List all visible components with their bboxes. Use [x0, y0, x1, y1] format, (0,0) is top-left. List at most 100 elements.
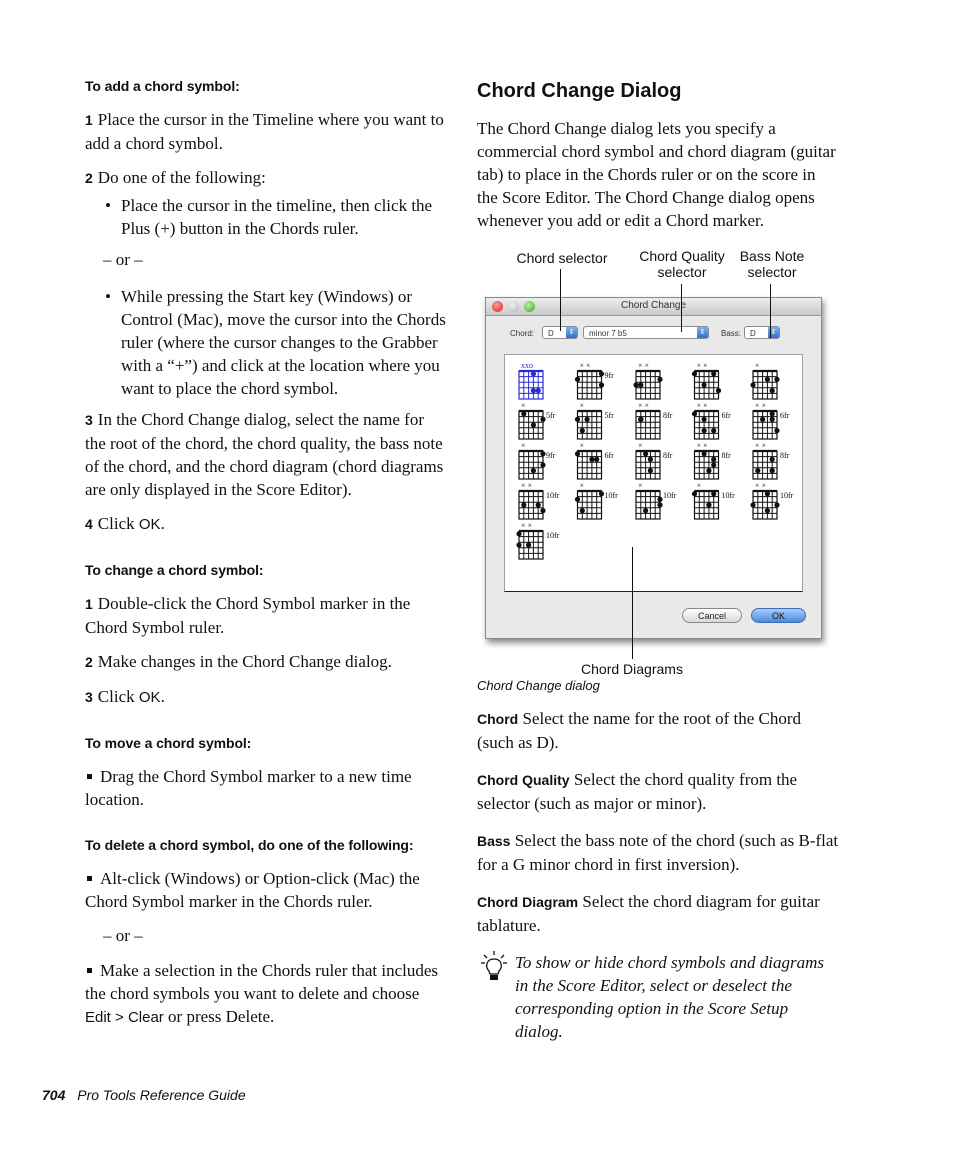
step-text: Do one of the following: — [97, 168, 266, 187]
finger-dot — [764, 491, 770, 497]
def-chord-diagram: Chord Diagram Select the chord diagram f… — [477, 892, 820, 935]
finger-dot — [774, 428, 780, 434]
def-bass: Bass Select the bass note of the chord (… — [477, 831, 839, 874]
muted-string-marker: × — [580, 441, 585, 450]
finger-dot — [540, 462, 546, 468]
bass-value: D — [750, 329, 756, 338]
chord-diagram[interactable]: × 10fr — [574, 481, 618, 520]
step-text: Place the cursor in the Timeline where y… — [85, 110, 444, 153]
finger-dot — [657, 376, 663, 382]
chord-diagram[interactable]: × 5fr — [518, 401, 556, 440]
finger-dot — [598, 491, 605, 497]
finger-dot — [701, 416, 707, 422]
finger-dot — [574, 416, 581, 422]
finger-dot — [516, 542, 522, 548]
finger-dot — [516, 531, 522, 537]
chord-diagrams-panel[interactable]: xxo × × 9fr × × × × × × 5fr × 5fr × × 8fr × × 6fr × × 6… — [504, 354, 803, 592]
chord-diagram[interactable]: × × 10fr — [516, 521, 560, 560]
finger-dot — [711, 491, 717, 497]
step-number: 3 — [85, 412, 93, 428]
add-option-grabber: • While pressing the Start key (Windows) … — [105, 287, 446, 398]
finger-dot — [769, 468, 775, 474]
callout-chord-selector: Chord selector — [516, 250, 608, 266]
finger-dot — [769, 411, 775, 417]
chord-diagram[interactable]: × × 10fr — [518, 481, 560, 520]
finger-dot — [657, 496, 663, 502]
muted-string-marker: × — [638, 481, 643, 490]
finger-dot — [750, 382, 756, 388]
finger-dot — [715, 388, 722, 394]
move-chord-heading: To move a chord symbol: — [85, 735, 252, 751]
finger-dot — [574, 451, 581, 457]
finger-dot — [711, 462, 717, 468]
bass-note-selector[interactable]: D ⇕ — [744, 326, 780, 339]
chord-change-dialog: Chord Change Chord: D ⇕ minor 7 b5 ⇕ Bas… — [485, 297, 822, 639]
chord-quality-selector[interactable]: minor 7 b5 ⇕ — [583, 326, 709, 339]
fret-label: 10fr — [722, 491, 736, 500]
muted-string-marker: × × — [755, 441, 766, 450]
chord-diagram[interactable]: × × 6fr — [752, 401, 790, 440]
chord-diagram[interactable]: × 8fr — [635, 441, 673, 480]
step-text: In the Chord Change dialog, select the n… — [85, 410, 444, 499]
fret-label: 6fr — [722, 411, 732, 420]
fret-label: 8fr — [722, 451, 732, 460]
finger-dot — [657, 502, 663, 508]
chord-diagram[interactable]: × 5fr — [574, 401, 614, 440]
tip-text: To show or hide chord symbols and diagra… — [515, 953, 825, 1041]
cancel-button[interactable]: Cancel — [682, 608, 742, 623]
finger-dot — [530, 468, 536, 474]
chord-value: D — [548, 329, 554, 338]
ok-ref: OK — [138, 689, 161, 706]
fret-label: 8fr — [663, 411, 673, 420]
left-column: To add a chord symbol: 1 Place the cursor… — [85, 78, 447, 1040]
fret-label: 6fr — [780, 411, 790, 420]
chord-diagram[interactable]: × × — [633, 361, 663, 400]
chord-diagram[interactable]: × 10fr — [691, 481, 736, 520]
def-term: Chord Diagram — [477, 894, 579, 910]
chord-diagram[interactable]: × — [750, 361, 780, 400]
leader-line — [681, 284, 682, 332]
finger-dot — [774, 502, 780, 508]
muted-string-marker: × — [580, 401, 585, 410]
finger-dot — [701, 451, 707, 457]
muted-string-marker: × — [638, 441, 643, 450]
chord-change-figure: Chord selector Chord Quality selector Ba… — [477, 248, 839, 677]
chord-diagram[interactable]: × × — [691, 361, 722, 400]
chord-diagram[interactable]: × × 6fr — [691, 401, 732, 440]
updown-arrows-icon: ⇕ — [566, 327, 577, 338]
fret-label: 5fr — [546, 411, 556, 420]
bullet-square-icon — [87, 875, 92, 881]
chord-diagram[interactable]: xxo — [518, 361, 544, 400]
ok-button[interactable]: OK — [751, 608, 806, 623]
chord-diagram[interactable]: × × 10fr — [750, 481, 794, 520]
step-number: 2 — [85, 170, 93, 186]
finger-dot — [769, 416, 775, 422]
finger-dot — [691, 371, 698, 377]
delete-item-1: Alt-click (Windows) or Option-click (Mac… — [85, 869, 420, 911]
finger-dot — [711, 428, 717, 434]
menu-ref: Edit > Clear — [85, 1009, 164, 1026]
bass-label: Bass: — [721, 329, 742, 338]
change-step-2: 2 Make changes in the Chord Change dialog… — [85, 652, 392, 671]
chord-diagram[interactable]: × 6fr — [574, 441, 614, 480]
muted-string-marker: × — [755, 361, 760, 370]
step-number: 4 — [85, 516, 93, 532]
callout-quality-selector: Chord Quality selector — [639, 248, 725, 280]
chord-diagram[interactable]: × × 8fr — [635, 401, 673, 440]
finger-dot — [574, 496, 581, 502]
finger-dot — [540, 416, 546, 422]
delete-item-2: Make a selection in the Chords ruler tha… — [85, 961, 439, 1026]
page-number: 704 — [42, 1087, 66, 1103]
chord-diagram[interactable]: × 10fr — [635, 481, 677, 520]
chord-diagram[interactable]: × × 8fr — [693, 441, 732, 480]
chord-diagram[interactable]: × × 9fr — [574, 361, 614, 400]
muted-string-marker: xxo — [521, 361, 533, 370]
finger-dot — [769, 388, 775, 394]
chord-diagram[interactable]: × 9fr — [518, 441, 556, 480]
finger-dot — [638, 416, 644, 422]
def-term: Bass — [477, 833, 511, 849]
chord-diagram[interactable]: × × 8fr — [752, 441, 790, 480]
move-item: Drag the Chord Symbol marker to a new ti… — [85, 767, 412, 809]
step-number: 1 — [85, 112, 93, 128]
fret-label: 10fr — [663, 491, 677, 500]
